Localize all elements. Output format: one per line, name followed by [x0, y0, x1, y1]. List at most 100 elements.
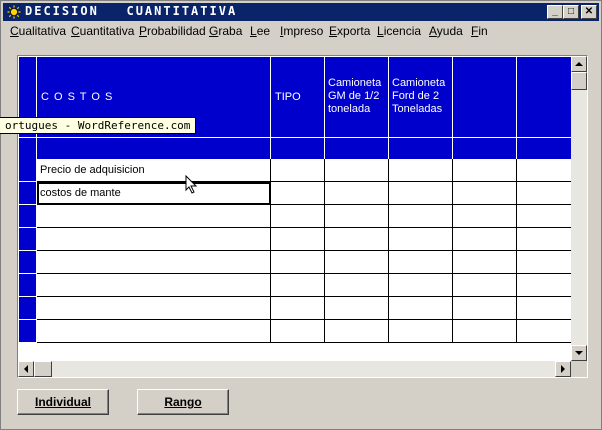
row-selector[interactable]: [19, 320, 36, 343]
minimize-button[interactable]: _: [547, 5, 563, 19]
row-selector[interactable]: [19, 274, 36, 297]
header-empty-1: [453, 57, 517, 137]
grid-body: C O S T O S TIPO Camioneta GM de 1/2 ton…: [19, 57, 571, 361]
cell-camioneta-ford[interactable]: [389, 159, 453, 182]
costs-grid: C O S T O S TIPO Camioneta GM de 1/2 ton…: [17, 55, 588, 378]
menu-cualitativa[interactable]: Cualitativa: [10, 24, 66, 38]
cell-empty-1[interactable]: [453, 228, 517, 251]
menu-licencia[interactable]: Licencia: [377, 24, 421, 38]
cell-empty-2[interactable]: [517, 251, 571, 274]
scroll-up-button[interactable]: [571, 56, 587, 72]
cell-empty-2[interactable]: [517, 159, 571, 182]
cell-empty-2[interactable]: [517, 320, 571, 343]
cell-empty-1[interactable]: [453, 251, 517, 274]
horizontal-scrollbar[interactable]: [18, 361, 571, 377]
cell-costo[interactable]: [37, 228, 271, 251]
cell-tipo[interactable]: [271, 182, 325, 205]
cell-tipo[interactable]: [271, 159, 325, 182]
cell-empty-2[interactable]: [517, 182, 571, 205]
cell-empty-1[interactable]: [453, 297, 517, 320]
cell-costo[interactable]: [37, 320, 271, 343]
header-ford-line3: Toneladas: [392, 103, 443, 115]
header2-gm: [325, 137, 389, 159]
cell-empty-2[interactable]: [517, 205, 571, 228]
cell-camioneta-gm[interactable]: [325, 320, 389, 343]
scroll-left-button[interactable]: [18, 361, 34, 377]
cell-camioneta-ford[interactable]: [389, 228, 453, 251]
cell-costo[interactable]: Precio de adquisicion: [37, 159, 271, 182]
menu-lee[interactable]: Lee: [250, 24, 270, 38]
cell-empty-1[interactable]: [453, 159, 517, 182]
cell-costo[interactable]: [37, 205, 271, 228]
cell-camioneta-ford[interactable]: [389, 274, 453, 297]
row-selector[interactable]: [19, 297, 36, 320]
header-tipo-label: TIPO: [275, 91, 301, 103]
menu-ayuda[interactable]: Ayuda: [429, 24, 463, 38]
cell-empty-1[interactable]: [453, 205, 517, 228]
row-selector[interactable]: [19, 228, 36, 251]
title-bar[interactable]: DECISION CUANTITATIVA _ □ ✕: [3, 3, 599, 21]
header-camioneta-ford: Camioneta Ford de 2 Toneladas: [389, 57, 453, 137]
cell-empty-2[interactable]: [517, 228, 571, 251]
cell-camioneta-gm[interactable]: [325, 274, 389, 297]
cell-camioneta-gm[interactable]: [325, 159, 389, 182]
row-selector[interactable]: [19, 159, 36, 182]
header2-tipo: [271, 137, 325, 159]
mouse-cursor-icon: [185, 175, 198, 194]
header-gm-line2: GM de 1/2: [328, 90, 380, 102]
scroll-down-button[interactable]: [571, 345, 587, 361]
cell-tipo[interactable]: [271, 228, 325, 251]
horizontal-scroll-thumb[interactable]: [34, 361, 52, 377]
cell-text: Precio de adquisicion: [40, 164, 145, 176]
cell-empty-2[interactable]: [517, 274, 571, 297]
cell-camioneta-gm[interactable]: [325, 182, 389, 205]
row-selector[interactable]: [19, 205, 36, 228]
cell-costo[interactable]: costos de mante: [37, 182, 271, 205]
menu-impreso[interactable]: Impreso: [280, 24, 323, 38]
cell-camioneta-ford[interactable]: [389, 297, 453, 320]
vertical-scroll-thumb[interactable]: [571, 72, 587, 90]
cell-costo[interactable]: [37, 274, 271, 297]
cell-tipo[interactable]: [271, 274, 325, 297]
cell-costo[interactable]: [37, 297, 271, 320]
maximize-button[interactable]: □: [563, 5, 579, 19]
cell-camioneta-gm[interactable]: [325, 205, 389, 228]
header-costos-label: C O S T O S: [41, 91, 114, 103]
cell-camioneta-ford[interactable]: [389, 320, 453, 343]
menu-exporta[interactable]: Exporta: [329, 24, 370, 38]
menu-bar: Cualitativa Cuantitativa Probabilidad Gr…: [3, 22, 599, 41]
cell-empty-1[interactable]: [453, 320, 517, 343]
row-selector[interactable]: [19, 182, 36, 205]
scroll-right-button[interactable]: [555, 361, 571, 377]
cell-camioneta-gm[interactable]: [325, 297, 389, 320]
maximize-icon: □: [567, 6, 575, 17]
cell-empty-1[interactable]: [453, 182, 517, 205]
cell-camioneta-ford[interactable]: [389, 182, 453, 205]
menu-probabilidad[interactable]: Probabilidad: [139, 24, 206, 38]
cell-tipo[interactable]: [271, 297, 325, 320]
cell-camioneta-gm[interactable]: [325, 228, 389, 251]
app-sun-icon: [7, 5, 21, 19]
cell-camioneta-ford[interactable]: [389, 251, 453, 274]
menu-fin[interactable]: Fin: [471, 24, 488, 38]
row-selector[interactable]: [19, 251, 36, 274]
cell-tipo[interactable]: [271, 205, 325, 228]
header-ford-line2: Ford de 2: [392, 90, 440, 102]
cell-empty-2[interactable]: [517, 297, 571, 320]
scroll-right-icon: [561, 365, 565, 373]
header-ford-line1: Camioneta: [392, 77, 446, 89]
individual-button[interactable]: Individual: [17, 389, 109, 415]
cell-costo[interactable]: [37, 251, 271, 274]
cell-camioneta-gm[interactable]: [325, 251, 389, 274]
cell-empty-1[interactable]: [453, 274, 517, 297]
vertical-scrollbar[interactable]: [571, 56, 587, 361]
close-button[interactable]: ✕: [581, 5, 597, 19]
cell-tipo[interactable]: [271, 251, 325, 274]
menu-graba[interactable]: Graba: [209, 24, 242, 38]
scroll-down-icon: [575, 351, 583, 355]
cell-tipo[interactable]: [271, 320, 325, 343]
header-gm-line3: tonelada: [328, 103, 371, 115]
rango-button[interactable]: Rango: [137, 389, 229, 415]
menu-cuantitativa[interactable]: Cuantitativa: [71, 24, 134, 38]
cell-camioneta-ford[interactable]: [389, 205, 453, 228]
